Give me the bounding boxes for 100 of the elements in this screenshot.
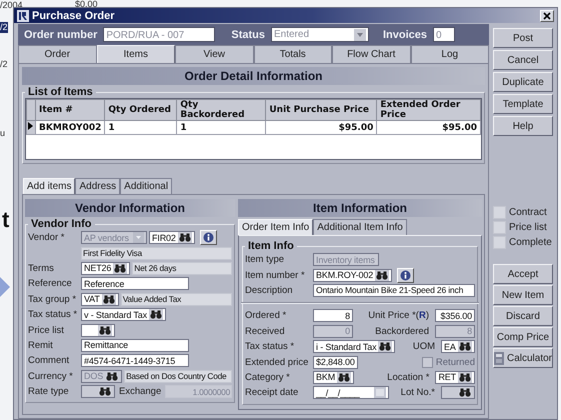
tab[interactable]: Additional Item Info xyxy=(313,219,407,235)
checkbox[interactable] xyxy=(493,221,506,234)
binoculars-icon xyxy=(458,341,472,352)
binoculars-icon xyxy=(98,324,112,336)
action-button[interactable]: Post xyxy=(493,28,553,48)
number-field[interactable]: $2,848.00 xyxy=(313,356,358,369)
lookup-field[interactable] xyxy=(81,324,115,337)
info-button[interactable] xyxy=(200,230,217,246)
action-button[interactable]: Template xyxy=(493,94,553,114)
tab[interactable]: Flow Chart xyxy=(332,45,410,63)
close-button[interactable] xyxy=(540,10,554,22)
lookup-field[interactable]: RET xyxy=(435,370,475,384)
lookup-field[interactable]: FIR02 xyxy=(149,231,195,244)
info-button[interactable] xyxy=(397,268,414,283)
group-title: Vendor Info xyxy=(30,218,92,230)
display-field: Net 26 days xyxy=(132,262,232,275)
display-field: Based on Dos Country Code xyxy=(124,370,232,383)
field-label: Item type xyxy=(245,254,286,266)
binoculars-icon xyxy=(375,270,390,281)
tab[interactable]: Address xyxy=(75,178,120,194)
display-field: First Fidelity Visa xyxy=(81,246,232,260)
binoculars-icon xyxy=(148,309,163,320)
field-label: Lot No.* xyxy=(400,387,436,398)
checkbox[interactable] xyxy=(493,236,506,249)
field-label: Ordered * xyxy=(245,310,288,322)
lookup-field[interactable]: v - Standard Tax xyxy=(81,308,166,322)
input-field[interactable]: Reference xyxy=(81,277,189,290)
tab[interactable]: Log xyxy=(410,45,489,63)
field-label: Remit xyxy=(28,340,54,351)
field-label: Tax group * xyxy=(28,294,78,305)
field-label: Unit Price *(R) xyxy=(367,310,430,322)
lookup-field[interactable]: VAT xyxy=(81,292,119,306)
lookup-field[interactable]: BKM xyxy=(313,370,354,384)
tab[interactable]: Items xyxy=(96,45,175,63)
app-icon xyxy=(17,10,29,22)
column-header: Extended Order Price xyxy=(376,100,480,120)
lookup-field[interactable]: NET26 xyxy=(81,262,130,275)
table-cell: $95.00 xyxy=(266,120,377,134)
checkbox-label: Complete xyxy=(509,237,552,248)
action-button[interactable]: Help xyxy=(493,116,553,136)
field-label: Tax status * xyxy=(28,309,78,320)
binoculars-icon xyxy=(337,372,352,383)
number-field[interactable]: $356.00 xyxy=(435,309,475,322)
field-label: Rate type xyxy=(28,386,70,398)
field-label: Received xyxy=(245,326,286,337)
background-text: t xyxy=(2,208,10,232)
binoculars-icon xyxy=(102,294,116,305)
field-label: Currency * xyxy=(28,370,74,382)
binoculars-icon xyxy=(458,372,472,383)
binoculars-icon xyxy=(458,387,472,398)
info-icon xyxy=(202,232,214,244)
binoculars-icon xyxy=(98,386,112,398)
field-label: Description xyxy=(245,284,294,296)
field-label: Comment xyxy=(28,355,70,366)
field-label: Category * xyxy=(245,372,291,383)
field-label: Invoices xyxy=(382,28,428,40)
group-title: Item Info xyxy=(247,240,295,252)
tab[interactable]: View xyxy=(175,45,254,63)
close-icon xyxy=(543,12,551,20)
background-text: /2 xyxy=(0,22,8,33)
table-row[interactable]: BKMROY002 1 1 $95.00 $95.00 xyxy=(26,120,480,134)
binoculars-icon xyxy=(178,232,192,244)
window-title: Purchase Order xyxy=(32,10,116,22)
tab[interactable]: Additional xyxy=(120,178,172,194)
tab[interactable]: Order Item Info xyxy=(238,219,314,235)
info-icon xyxy=(400,270,412,281)
table-cell: 1 xyxy=(104,120,177,134)
field-label: Order number xyxy=(23,28,98,40)
action-button[interactable]: Calculator xyxy=(493,348,553,368)
action-button[interactable]: Discard xyxy=(493,306,553,326)
column-header: Qty Ordered xyxy=(104,100,177,120)
display-field: 1.0000000 xyxy=(165,385,232,398)
action-button[interactable]: New Item xyxy=(493,285,553,305)
input-field[interactable]: Ontario Mountain Bike 21-Speed 26 inch xyxy=(313,284,475,297)
action-button[interactable]: Duplicate xyxy=(493,72,553,92)
action-button[interactable]: Accept xyxy=(493,264,553,284)
number-field[interactable]: 8 xyxy=(313,309,353,322)
tab[interactable]: Order xyxy=(18,45,96,63)
lookup-field[interactable]: i - Standard Tax xyxy=(313,340,396,354)
background-text: /2 xyxy=(0,59,8,70)
table-cell: BKMROY002 xyxy=(36,120,105,134)
action-button[interactable]: Comp Price xyxy=(493,327,553,347)
chevron-icon xyxy=(0,277,10,297)
tab[interactable]: Add items xyxy=(23,178,76,194)
binoculars-icon xyxy=(113,262,128,274)
field-label: Receipt date xyxy=(245,387,300,398)
field-label: Backordered xyxy=(374,326,430,337)
input-field[interactable]: #4574-6471-1449-3715 xyxy=(81,354,189,368)
lookup-field[interactable]: BKM.ROY-002 xyxy=(313,268,392,282)
field-label: Extended price xyxy=(245,356,310,368)
display-field: Value Added Tax xyxy=(120,292,232,306)
field-label: Item number * xyxy=(245,270,306,281)
checkbox-label: Returned xyxy=(436,356,475,368)
checkbox[interactable] xyxy=(493,206,506,219)
binoculars-icon xyxy=(378,341,392,352)
tab[interactable]: Totals xyxy=(254,45,332,63)
action-button[interactable]: Cancel xyxy=(493,50,553,70)
date-field[interactable]: __/__/____ xyxy=(313,386,389,400)
lookup-field[interactable]: EA xyxy=(441,340,475,354)
input-field[interactable]: Remittance xyxy=(81,338,189,352)
